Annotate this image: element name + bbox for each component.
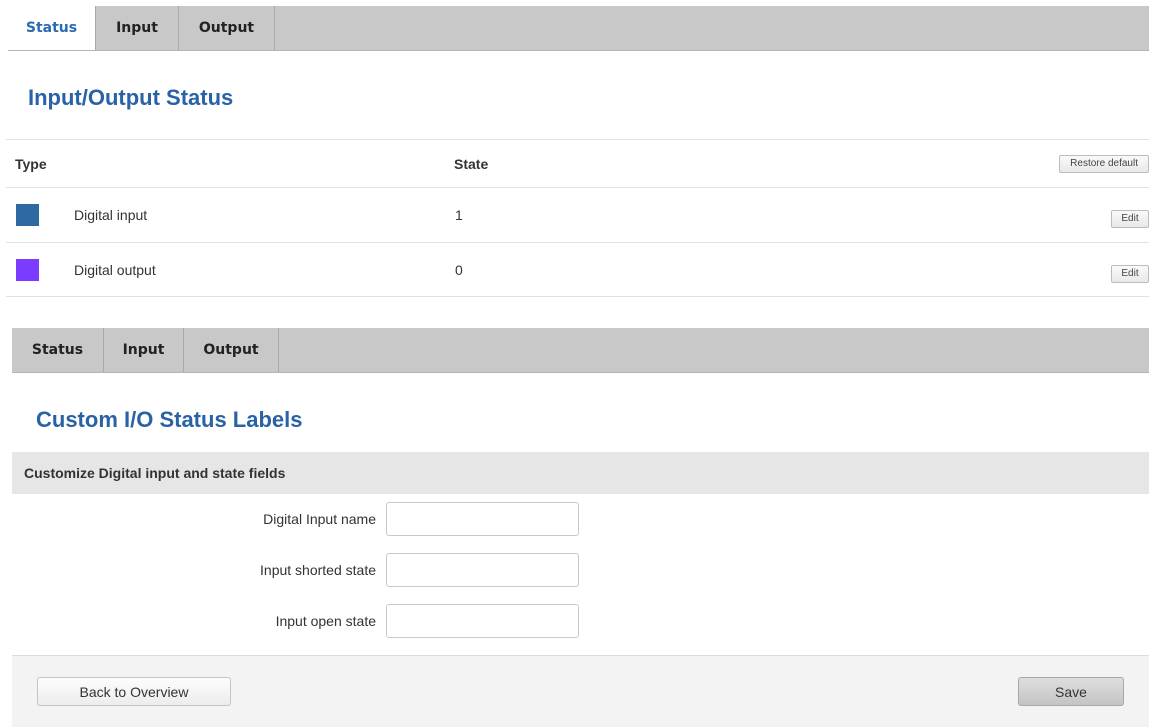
tab-status[interactable]: Status: [12, 328, 104, 372]
top-tab-bar: Status Input Output: [8, 6, 1149, 51]
form-row-input-shorted-state: Input shorted state: [0, 553, 600, 587]
io-status-table: Type State Restore default Digital input…: [6, 139, 1149, 297]
table-header-row: Type State Restore default: [6, 139, 1149, 187]
color-swatch: [16, 258, 39, 281]
form-row-digital-input-name: Digital Input name: [0, 502, 600, 536]
tab-input[interactable]: Input: [96, 6, 179, 50]
io-state-value: 1: [455, 207, 463, 223]
table-row: Digital output 0 Edit: [6, 242, 1149, 297]
io-type-name: Digital output: [74, 261, 156, 278]
restore-default-button[interactable]: Restore default: [1059, 154, 1149, 173]
edit-cell: Edit: [1111, 251, 1149, 296]
column-header-state: State: [454, 155, 489, 172]
page-title: Input/Output Status: [28, 85, 234, 110]
color-swatch-cell: [16, 243, 39, 296]
input-open-state-field[interactable]: [386, 604, 579, 638]
tab-status[interactable]: Status: [8, 6, 96, 50]
io-type-name: Digital input: [74, 207, 148, 223]
color-swatch-cell: [16, 188, 39, 242]
edit-cell: Edit: [1111, 196, 1149, 242]
edit-button[interactable]: Edit: [1111, 210, 1149, 228]
column-header-type: Type: [15, 155, 47, 172]
save-button[interactable]: Save: [1018, 677, 1124, 706]
field-label: Input shorted state: [260, 562, 376, 578]
form-row-input-open-state: Input open state: [0, 604, 600, 638]
tab-output[interactable]: Output: [184, 328, 279, 372]
field-label: Digital Input name: [263, 511, 376, 527]
restore-default-cell: Restore default: [1059, 140, 1149, 187]
edit-button[interactable]: Edit: [1111, 264, 1149, 283]
back-to-overview-button[interactable]: Back to Overview: [37, 677, 231, 706]
group-header: Customize Digital input and state fields: [12, 452, 1149, 494]
io-state-value: 0: [455, 261, 463, 278]
color-swatch: [16, 204, 39, 226]
section-title: Custom I/O Status Labels: [36, 407, 303, 432]
table-row: Digital input 1 Edit: [6, 187, 1149, 242]
field-label: Input open state: [275, 613, 376, 629]
form-footer: Back to Overview Save: [12, 655, 1149, 727]
digital-input-name-field[interactable]: [386, 502, 579, 536]
tab-input[interactable]: Input: [104, 328, 184, 372]
tab-output[interactable]: Output: [179, 6, 275, 50]
input-shorted-state-field[interactable]: [386, 553, 579, 587]
secondary-tab-bar: Status Input Output: [12, 328, 1149, 373]
